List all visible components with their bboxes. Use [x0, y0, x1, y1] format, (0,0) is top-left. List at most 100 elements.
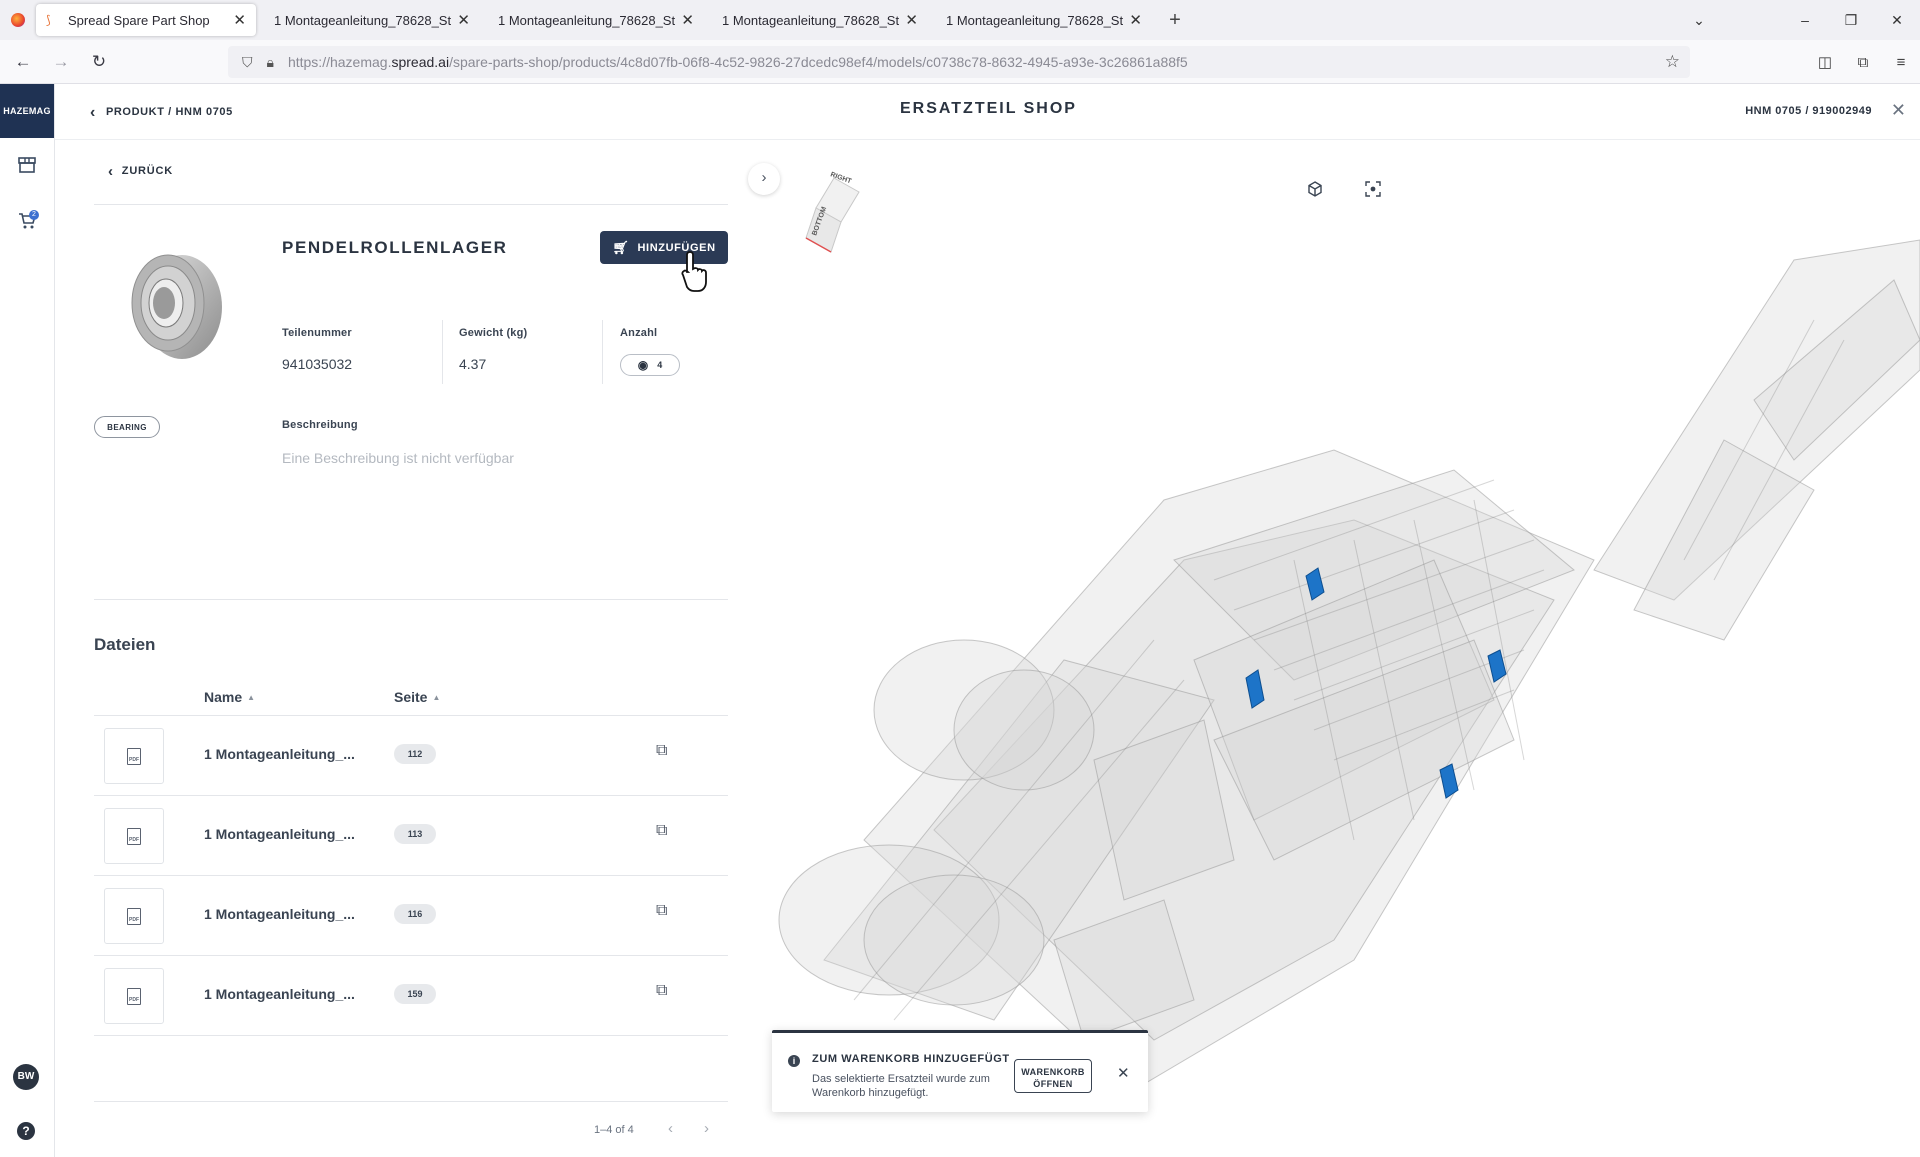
url-path: /spare-parts-shop/products/4c8d07fb-06f8…: [449, 54, 1188, 70]
back-link[interactable]: ‹ ZURÜCK: [108, 163, 173, 180]
bearing-image: [131, 254, 222, 359]
expand-panel-button[interactable]: ›: [748, 163, 780, 195]
spread-favicon-icon: ⟆: [46, 13, 51, 27]
back-icon[interactable]: ←: [8, 52, 38, 72]
extensions-icon[interactable]: ⧉: [1844, 54, 1882, 71]
sort-up-icon: ▲: [432, 693, 441, 702]
files-title: Dateien: [94, 635, 156, 654]
window-controls: ⌄ – ❐ ✕: [1676, 0, 1920, 40]
new-tab-icon[interactable]: +: [1160, 9, 1190, 32]
shop-icon[interactable]: [15, 155, 39, 179]
open-cart-button[interactable]: WARENKORB ÖFFNEN: [1014, 1059, 1092, 1093]
external-link-icon[interactable]: ⧉: [656, 822, 667, 840]
column-page-label: Seite: [394, 689, 428, 705]
cart-count-badge: 2: [29, 210, 39, 220]
tab-list-icon[interactable]: ⌄: [1676, 12, 1722, 29]
page-badge: 113: [394, 824, 436, 844]
close-tab-icon[interactable]: ✕: [905, 11, 918, 29]
cube-view-icon[interactable]: [1306, 180, 1324, 203]
browser-toolbar-right: ◫ ⧉ ≡: [1806, 44, 1920, 80]
weight-value: 4.37: [459, 356, 487, 372]
3d-viewer[interactable]: RIGHT BOTTOM: [734, 140, 1920, 1157]
divider: [442, 320, 443, 384]
tab-label: Spread Spare Part Shop: [68, 12, 210, 28]
close-icon[interactable]: ✕: [1117, 1064, 1130, 1082]
url-bar[interactable]: ⛉ 🔒︎ https://hazemag. spread.ai/spare-par…: [228, 46, 1690, 78]
category-tag[interactable]: BEARING: [94, 416, 160, 438]
tab-label: 1 Montageanleitung_78628_Stricker: [274, 12, 452, 28]
forward-icon[interactable]: →: [46, 52, 76, 72]
tab-spread-shop[interactable]: ⟆ Spread Spare Part Shop ✕: [36, 4, 256, 36]
tab-label: 1 Montageanleitung_78628_Stricker: [722, 12, 900, 28]
next-page-icon[interactable]: ›: [704, 1120, 709, 1137]
quantity-label: Anzahl: [620, 327, 658, 339]
quantity-value: 4: [657, 360, 663, 370]
eye-icon: ◉: [637, 358, 649, 372]
reload-icon[interactable]: ↻: [84, 52, 114, 72]
external-link-icon[interactable]: ⧉: [656, 742, 667, 760]
machine-3d-model[interactable]: RIGHT BOTTOM: [734, 140, 1920, 1157]
part-number-label: Teilenummer: [282, 327, 352, 339]
close-window-icon[interactable]: ✕: [1874, 12, 1920, 29]
tab-montageanleitung[interactable]: 1 Montageanleitung_78628_Stricker ✕: [712, 4, 928, 36]
close-tab-icon[interactable]: ✕: [681, 11, 694, 29]
quantity-badge[interactable]: ◉ 4: [620, 354, 680, 376]
hand-cursor-icon: [681, 251, 707, 292]
page-badge: 116: [394, 904, 436, 924]
cart-icon: 🛒︎: [612, 239, 630, 255]
info-icon: i: [788, 1055, 800, 1067]
sort-up-icon: ▲: [247, 693, 256, 702]
url-prefix: https://hazemag.: [287, 54, 392, 70]
divider: [94, 599, 728, 600]
hazemag-logo[interactable]: HAZEMAG: [0, 84, 54, 138]
column-header-name[interactable]: Name ▲: [204, 689, 255, 705]
minimize-icon[interactable]: –: [1782, 12, 1828, 28]
focus-target-icon[interactable]: [1364, 180, 1382, 203]
restore-icon[interactable]: ❐: [1828, 12, 1874, 29]
file-name: 1 Montageanleitung_...: [204, 986, 355, 1002]
toast-title: ZUM WARENKORB HINZUGEFÜGT: [812, 1053, 1010, 1065]
table-row[interactable]: PDF 1 Montageanleitung_... 159 ⧉: [94, 955, 728, 1035]
table-row[interactable]: PDF 1 Montageanleitung_... 116 ⧉: [94, 875, 728, 955]
prev-page-icon[interactable]: ‹: [668, 1120, 673, 1137]
tab-label: 1 Montageanleitung_78628_Stricker: [946, 12, 1124, 28]
table-row[interactable]: PDF 1 Montageanleitung_... 112 ⧉: [94, 715, 728, 795]
pocket-icon[interactable]: ◫: [1806, 53, 1844, 71]
column-name-label: Name: [204, 689, 243, 705]
divider: [602, 320, 603, 384]
help-icon[interactable]: ?: [17, 1122, 35, 1140]
orientation-gizmo[interactable]: RIGHT BOTTOM: [805, 171, 860, 253]
pdf-file-icon: PDF: [104, 968, 164, 1024]
breadcrumb-label: PRODUKT / HNM 0705: [105, 106, 233, 118]
close-tab-icon[interactable]: ✕: [457, 11, 470, 29]
shield-icon[interactable]: ⛉: [242, 54, 253, 71]
user-avatar[interactable]: BW: [13, 1064, 39, 1090]
pdf-file-icon: PDF: [104, 728, 164, 784]
pdf-file-icon: PDF: [104, 808, 164, 864]
breadcrumb[interactable]: ‹ PRODUKT / HNM 0705: [90, 104, 233, 122]
close-tab-icon[interactable]: ✕: [233, 11, 246, 29]
firefox-icon[interactable]: [0, 0, 36, 40]
file-name: 1 Montageanleitung_...: [204, 746, 355, 762]
close-tab-icon[interactable]: ✕: [1129, 11, 1142, 29]
tab-montageanleitung[interactable]: 1 Montageanleitung_78628_Stricker ✕: [936, 4, 1152, 36]
part-number: 941035032: [282, 356, 353, 372]
page-badge: 112: [394, 744, 436, 764]
external-link-icon[interactable]: ⧉: [656, 902, 667, 920]
lock-icon[interactable]: 🔒︎: [267, 54, 274, 71]
column-header-page[interactable]: Seite ▲: [394, 689, 440, 705]
pdf-file-icon: PDF: [104, 888, 164, 944]
page-title: ERSATZTEIL SHOP: [900, 100, 1077, 117]
bookmark-star-icon[interactable]: ☆: [1665, 52, 1680, 72]
menu-icon[interactable]: ≡: [1882, 54, 1920, 71]
tab-montageanleitung[interactable]: 1 Montageanleitung_78628_Stricker ✕: [488, 4, 704, 36]
table-row[interactable]: PDF 1 Montageanleitung_... 113 ⧉: [94, 795, 728, 875]
divider: [94, 1035, 728, 1036]
part-name: PENDELROLLENLAGER: [282, 238, 508, 257]
page-badge: 159: [394, 984, 436, 1004]
browser-tab-bar: ⟆ Spread Spare Part Shop ✕ 1 Montageanle…: [0, 0, 1920, 40]
tab-montageanleitung[interactable]: 1 Montageanleitung_78628_Stricker ✕: [264, 4, 480, 36]
close-icon[interactable]: ✕: [1891, 100, 1906, 121]
external-link-icon[interactable]: ⧉: [656, 982, 667, 1000]
divider: [94, 204, 728, 205]
